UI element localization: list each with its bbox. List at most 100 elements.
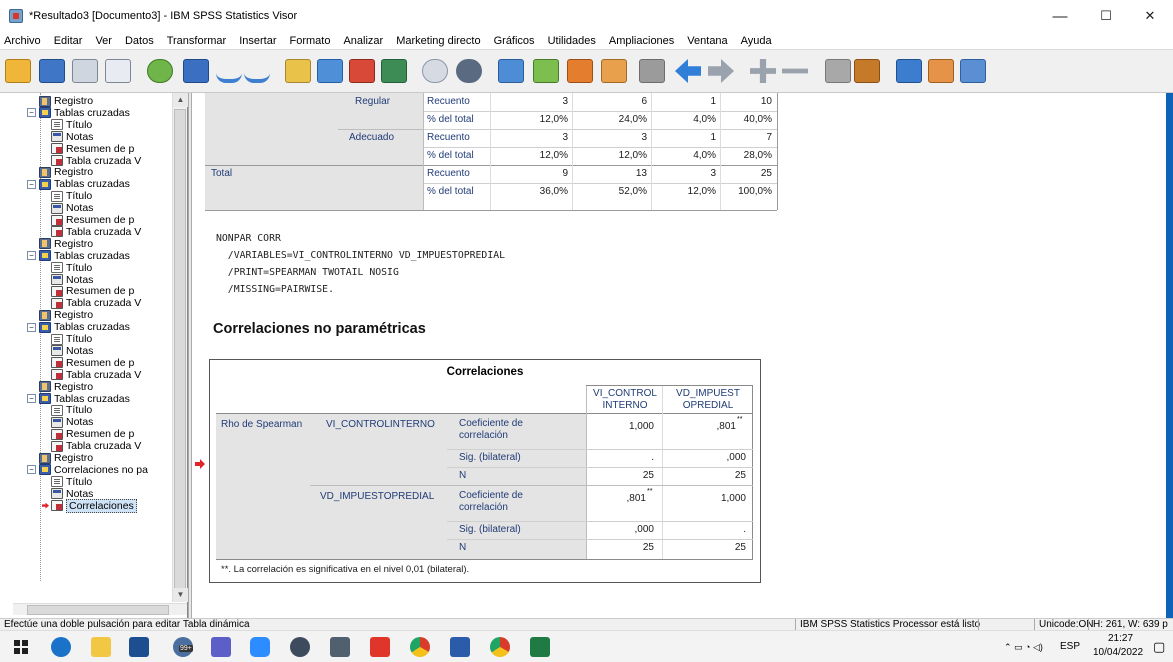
clock-date[interactable]: 10/04/2022 xyxy=(1093,646,1143,660)
outline-item[interactable]: Título xyxy=(51,119,92,131)
menu-graficos[interactable]: Gráficos xyxy=(494,35,535,47)
chrome-profile-icon[interactable] xyxy=(487,635,513,659)
collapse-toggle-icon[interactable]: − xyxy=(27,108,36,118)
outline-item[interactable]: Título xyxy=(51,476,92,488)
calculator-icon[interactable] xyxy=(327,635,353,659)
menu-marketing-directo[interactable]: Marketing directo xyxy=(396,35,480,47)
show-icon[interactable] xyxy=(822,56,854,86)
outline-item[interactable]: Registro xyxy=(39,309,93,321)
insert-title-icon[interactable] xyxy=(925,56,957,86)
sphere-icon[interactable] xyxy=(419,56,451,86)
insert-heading-icon[interactable] xyxy=(893,56,925,86)
crosstab-table[interactable]: Regular Recuento 3 6 1 10 % del total 12… xyxy=(192,93,792,213)
export-icon[interactable] xyxy=(144,56,176,86)
outline-vertical-scrollbar[interactable]: ▲ ▼ xyxy=(172,93,188,602)
redo-icon[interactable] xyxy=(241,56,273,86)
menu-analizar[interactable]: Analizar xyxy=(343,35,383,47)
menu-ver[interactable]: Ver xyxy=(95,35,112,47)
menu-formato[interactable]: Formato xyxy=(290,35,331,47)
mail-app-icon[interactable]: 99+ xyxy=(168,635,198,659)
outline-item[interactable]: Título xyxy=(51,190,92,202)
outline-item[interactable]: − Tablas cruzadas xyxy=(27,393,130,405)
clock-time[interactable]: 21:27 xyxy=(1108,632,1133,646)
teams-icon[interactable] xyxy=(208,635,234,659)
collapse-toggle-icon[interactable]: − xyxy=(27,394,36,403)
notifications-icon[interactable]: ▢ xyxy=(1153,631,1165,662)
chrome-icon[interactable] xyxy=(407,635,433,659)
close-button[interactable]: ✕ xyxy=(1127,0,1173,32)
outline-item[interactable]: Registro xyxy=(39,381,93,393)
outline-item[interactable]: Tabla cruzada V xyxy=(51,226,141,238)
outline-item[interactable]: − Tablas cruzadas xyxy=(27,321,130,333)
outline-item[interactable]: Registro xyxy=(39,238,93,250)
menu-insertar[interactable]: Insertar xyxy=(239,35,276,47)
open-icon[interactable] xyxy=(2,56,34,86)
excel-icon[interactable] xyxy=(527,635,553,659)
store-icon[interactable] xyxy=(126,635,152,659)
scroll-up-icon[interactable]: ▲ xyxy=(173,93,188,107)
menu-datos[interactable]: Datos xyxy=(125,35,154,47)
scroll-down-icon[interactable]: ▼ xyxy=(173,588,188,602)
correlations-table[interactable]: Correlaciones VI_CONTROL INTERNO VD_IMPU… xyxy=(209,359,761,583)
menu-utilidades[interactable]: Utilidades xyxy=(548,35,596,47)
goto-data-icon[interactable] xyxy=(282,56,314,86)
outline-item[interactable]: Notas xyxy=(51,131,93,143)
word-icon[interactable] xyxy=(447,635,473,659)
select-icon[interactable] xyxy=(530,56,562,86)
outline-item[interactable]: Registro xyxy=(39,95,93,107)
maximize-button[interactable]: ☐ xyxy=(1083,0,1129,32)
outline-item[interactable]: − Tablas cruzadas xyxy=(27,250,130,262)
collapse-toggle-icon[interactable]: − xyxy=(27,251,36,261)
start-icon[interactable] xyxy=(8,635,34,659)
scroll-thumb[interactable] xyxy=(174,109,186,594)
outline-item[interactable]: Notas xyxy=(51,416,93,428)
insert-text-icon[interactable] xyxy=(957,56,989,86)
app-icon[interactable] xyxy=(287,635,313,659)
goto-case-icon[interactable] xyxy=(314,56,346,86)
menu-archivo[interactable]: Archivo xyxy=(4,35,41,47)
outline-item[interactable]: − Correlaciones no pa xyxy=(27,464,148,476)
outline-item[interactable]: Tabla cruzada V xyxy=(51,369,141,381)
minimize-button[interactable]: — xyxy=(1037,0,1083,32)
file-explorer-icon[interactable] xyxy=(88,635,114,659)
outline-item[interactable]: Registro xyxy=(39,166,93,178)
outline-item[interactable]: Tabla cruzada V xyxy=(51,297,141,309)
outline-item[interactable]: Título xyxy=(51,404,92,416)
outline-item[interactable]: Tabla cruzada V xyxy=(51,155,141,167)
outline-item[interactable]: − Tablas cruzadas xyxy=(27,107,130,119)
outline-item[interactable]: Resumen de p xyxy=(51,357,134,369)
goto-variable-icon[interactable] xyxy=(346,56,378,86)
outline-item[interactable]: Notas xyxy=(51,274,93,286)
outline-item[interactable]: Notas xyxy=(51,345,93,357)
outline-item[interactable]: Correlaciones xyxy=(42,498,137,513)
menu-ampliaciones[interactable]: Ampliaciones xyxy=(609,35,674,47)
insert-icon[interactable] xyxy=(495,56,527,86)
collapse-toggle-icon[interactable]: − xyxy=(27,465,36,475)
expand-icon[interactable] xyxy=(747,56,779,86)
collapse-toggle-icon[interactable]: − xyxy=(27,322,36,332)
square-icon[interactable] xyxy=(636,56,668,86)
save-icon[interactable] xyxy=(36,56,68,86)
menu-editar[interactable]: Editar xyxy=(54,35,83,47)
outline-item[interactable]: − Tablas cruzadas xyxy=(27,178,130,190)
outline-item[interactable]: Registro xyxy=(39,452,93,464)
outline-item[interactable]: Notas xyxy=(51,202,93,214)
outline-item[interactable]: Resumen de p xyxy=(51,143,134,155)
zoom-icon[interactable] xyxy=(247,635,273,659)
menu-ventana[interactable]: Ventana xyxy=(687,35,727,47)
tray-icons[interactable]: ⌃ ▭ ◔ ◁) xyxy=(1004,631,1043,662)
back-arrow-icon[interactable] xyxy=(672,56,704,86)
outline-item[interactable]: Tabla cruzada V xyxy=(51,440,141,452)
outline-item[interactable]: Resumen de p xyxy=(51,214,134,226)
h-scroll-thumb[interactable] xyxy=(27,605,169,615)
input-language[interactable]: ESP xyxy=(1060,631,1080,662)
scale-icon[interactable] xyxy=(453,56,485,86)
forward-arrow-icon[interactable] xyxy=(705,56,737,86)
outline-item[interactable]: Título xyxy=(51,262,92,274)
outline-item[interactable]: Resumen de p xyxy=(51,285,134,297)
outline-item[interactable]: Título xyxy=(51,333,92,345)
collapse-icon[interactable] xyxy=(779,56,811,86)
designate-window-icon[interactable] xyxy=(598,56,630,86)
print-preview-icon[interactable] xyxy=(102,56,134,86)
edge-browser-icon[interactable] xyxy=(48,635,74,659)
